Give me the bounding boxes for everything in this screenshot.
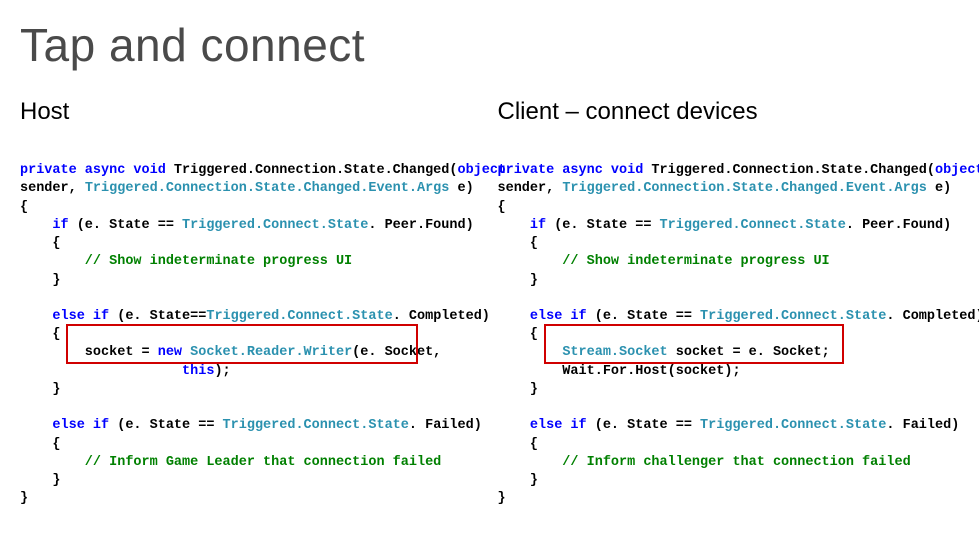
code-text: sender,	[20, 181, 85, 196]
client-column: Client – connect devices private async v…	[498, 98, 960, 545]
code-text: e)	[927, 181, 951, 196]
code-text: {	[498, 437, 539, 452]
code-text: . Peer.Found)	[846, 218, 951, 233]
code-text: Triggered.Connect.State	[206, 309, 392, 324]
code-text: );	[214, 364, 230, 379]
code-comment: // Show indeterminate progress UI	[20, 254, 352, 269]
code-text: if	[498, 218, 547, 233]
code-text: new	[158, 345, 190, 360]
code-comment: // Show indeterminate progress UI	[498, 254, 830, 269]
code-text: }	[20, 273, 61, 288]
code-text: (e. State ==	[587, 418, 700, 433]
client-heading: Client – connect devices	[498, 98, 960, 126]
code-text: }	[498, 473, 539, 488]
code-text: else if	[20, 309, 109, 324]
code-text: }	[498, 491, 506, 506]
code-text: {	[20, 327, 61, 342]
host-code-block: private async void Triggered.Connection.…	[20, 144, 482, 545]
code-text: (e. State ==	[546, 218, 659, 233]
host-heading: Host	[20, 98, 482, 126]
code-text: else if	[498, 309, 587, 324]
host-column: Host private async void Triggered.Connec…	[20, 98, 482, 545]
code-text	[20, 364, 182, 379]
code-text: Triggered.Connect.State	[700, 418, 886, 433]
code-text: . Completed)	[393, 309, 490, 324]
code-text: . Failed)	[409, 418, 482, 433]
client-code-block: private async void Triggered.Connection.…	[498, 144, 960, 545]
code-text: Triggered.Connection.State.Changed.Event…	[562, 181, 927, 196]
code-text: else if	[498, 418, 587, 433]
code-text: Triggered.Connection.State.Changed(	[166, 163, 458, 178]
code-text: }	[20, 382, 61, 397]
code-text: (e. Socket,	[352, 345, 441, 360]
code-text: Triggered.Connect.State	[660, 218, 846, 233]
code-text	[498, 345, 563, 360]
code-text: }	[20, 491, 28, 506]
code-text: . Failed)	[886, 418, 959, 433]
code-text: }	[498, 382, 539, 397]
code-text: Triggered.Connect.State	[700, 309, 886, 324]
code-text: if	[20, 218, 69, 233]
code-text: this	[182, 364, 214, 379]
code-text: Stream.Socket	[562, 345, 667, 360]
code-text: socket = e. Socket;	[668, 345, 830, 360]
code-text: Socket.Reader.Writer	[190, 345, 352, 360]
code-text: socket =	[20, 345, 158, 360]
code-text: . Completed)	[886, 309, 979, 324]
code-text: }	[498, 273, 539, 288]
code-text: {	[20, 200, 28, 215]
code-text: }	[20, 473, 61, 488]
code-text: Wait.For.Host(socket);	[498, 364, 741, 379]
code-text: private async void	[20, 163, 166, 178]
code-text: (e. State==	[109, 309, 206, 324]
code-text: (e. State ==	[109, 418, 222, 433]
code-text: e)	[449, 181, 473, 196]
code-text: (e. State ==	[587, 309, 700, 324]
code-text: {	[20, 437, 61, 452]
content-columns: Host private async void Triggered.Connec…	[20, 98, 959, 545]
code-comment: // Inform Game Leader that connection fa…	[20, 455, 441, 470]
code-text: {	[20, 236, 61, 251]
code-text: sender,	[498, 181, 563, 196]
code-text: Triggered.Connect.State	[223, 418, 409, 433]
code-text: Triggered.Connection.State.Changed(	[643, 163, 935, 178]
code-text: {	[498, 327, 539, 342]
code-text: {	[498, 200, 506, 215]
code-text: else if	[20, 418, 109, 433]
code-text: {	[498, 236, 539, 251]
code-text: . Peer.Found)	[368, 218, 473, 233]
code-text: Triggered.Connect.State	[182, 218, 368, 233]
code-text: private async void	[498, 163, 644, 178]
code-text: Triggered.Connection.State.Changed.Event…	[85, 181, 450, 196]
code-text: object	[935, 163, 979, 178]
slide-title: Tap and connect	[20, 18, 959, 72]
code-comment: // Inform challenger that connection fai…	[498, 455, 911, 470]
code-text: (e. State ==	[69, 218, 182, 233]
